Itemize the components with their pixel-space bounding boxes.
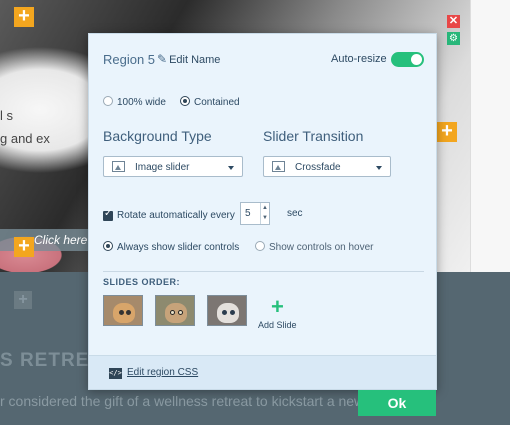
ok-button[interactable]: Ok [358, 390, 436, 416]
cat-glasses [170, 310, 175, 315]
stepper-buttons[interactable]: ▲ ▼ [260, 203, 269, 224]
radio-icon [255, 241, 265, 251]
image-icon [112, 161, 125, 172]
rotate-label: Rotate automatically every [117, 210, 235, 221]
width-option-contained[interactable]: Contained [180, 96, 240, 108]
background-type-value: Image slider [135, 162, 190, 173]
controls-option-hover[interactable]: Show controls on hover [255, 241, 374, 253]
rotate-interval-value: 5 [245, 208, 251, 219]
pencil-icon: ✎ [157, 52, 168, 66]
cat-eye [119, 310, 124, 315]
region-settings-dialog: Region 5 ✎ Edit Name Auto-resize 100% wid… [88, 33, 437, 390]
cat-eye [230, 310, 235, 315]
controls-option-label: Always show slider controls [117, 242, 240, 253]
add-region-icon[interactable]: + [14, 6, 34, 27]
plus-icon[interactable]: + [271, 294, 284, 320]
width-option-label: 100% wide [117, 97, 166, 108]
background-type-select[interactable]: Image slider [103, 156, 243, 177]
code-icon: </> [109, 368, 122, 379]
slider-transition-value: Crossfade [295, 162, 341, 173]
background-photo-text: l s [0, 108, 13, 123]
gear-icon[interactable]: ⚙ [447, 32, 460, 45]
radio-selected-icon [103, 241, 113, 251]
controls-option-label: Show controls on hover [269, 242, 374, 253]
slider-transition-heading: Slider Transition [263, 128, 364, 144]
chevron-down-icon [228, 166, 234, 170]
edit-name-button[interactable]: ✎ Edit Name [157, 52, 220, 66]
cat-eye [126, 310, 131, 315]
background-side-panel [470, 0, 510, 272]
rotate-interval-stepper[interactable]: 5 ▲ ▼ [240, 202, 270, 225]
add-region-icon[interactable]: + [14, 236, 34, 257]
stepper-down-icon[interactable]: ▼ [261, 213, 269, 223]
dialog-footer: </> Edit region CSS [89, 355, 436, 389]
radio-selected-icon [180, 96, 190, 106]
chevron-down-icon [376, 166, 382, 170]
stepper-up-icon[interactable]: ▲ [261, 203, 269, 213]
slider-transition-select[interactable]: Crossfade [263, 156, 391, 177]
rotate-unit-label: sec [287, 208, 303, 219]
background-body-text: r considered the gift of a wellness retr… [0, 393, 365, 409]
add-region-icon[interactable]: + [14, 291, 32, 309]
add-slide-button[interactable]: Add Slide [258, 320, 297, 330]
slide-thumbnail[interactable] [207, 295, 247, 326]
slides-order-heading: SLIDES ORDER: [103, 277, 181, 287]
rotate-checkbox[interactable] [103, 208, 113, 221]
cat-eye [222, 310, 227, 315]
region-title: Region 5 [103, 52, 156, 67]
controls-option-always[interactable]: Always show slider controls [103, 241, 239, 253]
radio-icon [103, 96, 113, 106]
close-icon[interactable]: ✕ [447, 15, 460, 28]
edit-name-label: Edit Name [169, 54, 221, 66]
cat-glasses [178, 310, 183, 315]
image-icon [272, 161, 285, 172]
toggle-knob [411, 54, 422, 65]
width-option-label: Contained [194, 97, 240, 108]
edit-region-css-link[interactable]: Edit region CSS [127, 367, 198, 378]
auto-resize-toggle[interactable] [391, 52, 424, 67]
background-photo-text: g and ex [0, 131, 50, 146]
width-option-100-wide[interactable]: 100% wide [103, 96, 166, 108]
divider [103, 271, 424, 272]
cat-image [165, 303, 187, 323]
cat-image [217, 303, 239, 323]
slide-thumbnail[interactable] [103, 295, 143, 326]
add-region-icon[interactable]: + [437, 121, 457, 142]
auto-resize-label: Auto-resize [331, 53, 387, 65]
background-type-heading: Background Type [103, 128, 212, 144]
cat-image [113, 303, 135, 323]
slide-thumbnail[interactable] [155, 295, 195, 326]
